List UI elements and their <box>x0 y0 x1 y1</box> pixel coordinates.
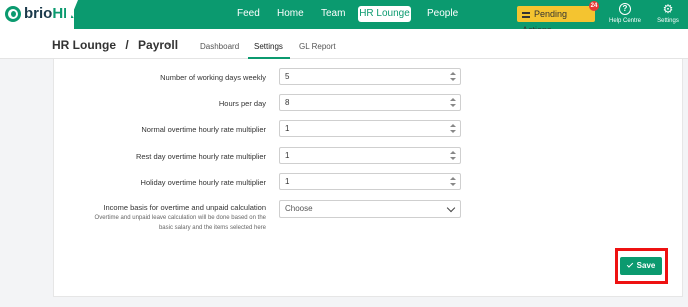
normal-ot-label: Normal overtime hourly rate multiplier <box>141 125 266 134</box>
tab-gl-report[interactable]: GL Report <box>299 42 336 51</box>
spinner-icon[interactable] <box>450 98 456 107</box>
logo[interactable]: brioHR <box>0 0 74 29</box>
help-centre-button[interactable]: ? Help Centre <box>605 2 645 24</box>
income-basis-note-2: basic salary and the items selected here <box>158 225 266 231</box>
rest-day-ot-label: Rest day overtime hourly rate multiplier <box>135 152 266 161</box>
logo-notch <box>66 0 78 29</box>
question-icon: ? <box>619 3 631 15</box>
chevron-down-icon[interactable]: ⌄ <box>165 38 173 49</box>
breadcrumb-hr-lounge[interactable]: HR Lounge <box>52 38 116 52</box>
rest-day-ot-input[interactable]: 1 <box>279 147 461 164</box>
breadcrumb-separator: / <box>125 38 129 52</box>
pending-actions-button[interactable]: Pending Actions <box>517 6 595 35</box>
hours-per-day-value: 8 <box>285 98 290 107</box>
nav-feed[interactable]: Feed <box>237 8 260 19</box>
holiday-ot-label: Holiday overtime hourly rate multiplier <box>140 178 266 187</box>
income-basis-note-1: Overtime and unpaid leave calculation wi… <box>94 215 266 221</box>
top-navbar: brioHR Feed Home Team HR Lounge People P… <box>0 0 688 35</box>
hours-per-day-label: Hours per day <box>218 99 266 108</box>
save-label: Save <box>636 261 656 270</box>
working-days-input[interactable]: 5 <box>279 68 461 85</box>
normal-ot-value: 1 <box>285 124 290 133</box>
page-header: HR Lounge / Payroll ⌄ Dashboard Settings… <box>0 29 688 59</box>
working-days-value: 5 <box>285 72 290 81</box>
spinner-icon[interactable] <box>450 151 456 160</box>
spinner-icon[interactable] <box>450 177 456 186</box>
income-basis-value: Choose <box>285 204 313 213</box>
list-icon <box>522 12 530 18</box>
save-button[interactable]: Save <box>620 257 662 275</box>
settings-button[interactable]: ⚙ Settings <box>650 2 686 24</box>
breadcrumb: HR Lounge / Payroll <box>52 38 178 52</box>
nav-people[interactable]: People <box>427 8 458 19</box>
holiday-ot-input[interactable]: 1 <box>279 173 461 190</box>
tab-dashboard[interactable]: Dashboard <box>200 42 239 51</box>
income-basis-label: Income basis for overtime and unpaid cal… <box>103 203 266 212</box>
nav-team[interactable]: Team <box>321 8 345 19</box>
check-icon <box>626 261 633 268</box>
income-basis-select[interactable]: Choose <box>279 200 461 218</box>
hours-per-day-input[interactable]: 8 <box>279 94 461 111</box>
nav-home[interactable]: Home <box>277 8 304 19</box>
tab-settings[interactable]: Settings <box>254 42 283 51</box>
help-centre-label: Help Centre <box>608 18 641 24</box>
holiday-ot-value: 1 <box>285 177 290 186</box>
settings-label: Settings <box>657 18 679 24</box>
pending-count-badge: 24 <box>589 1 599 11</box>
brio-logo-icon <box>5 6 21 22</box>
normal-ot-input[interactable]: 1 <box>279 120 461 137</box>
gear-icon: ⚙ <box>662 2 674 16</box>
spinner-icon[interactable] <box>450 124 456 133</box>
spinner-icon[interactable] <box>450 72 456 81</box>
chevron-down-icon <box>446 203 456 213</box>
nav-hr-lounge[interactable]: HR Lounge <box>358 6 411 22</box>
rest-day-ot-value: 1 <box>285 151 290 160</box>
working-days-label: Number of working days weekly <box>160 73 266 82</box>
